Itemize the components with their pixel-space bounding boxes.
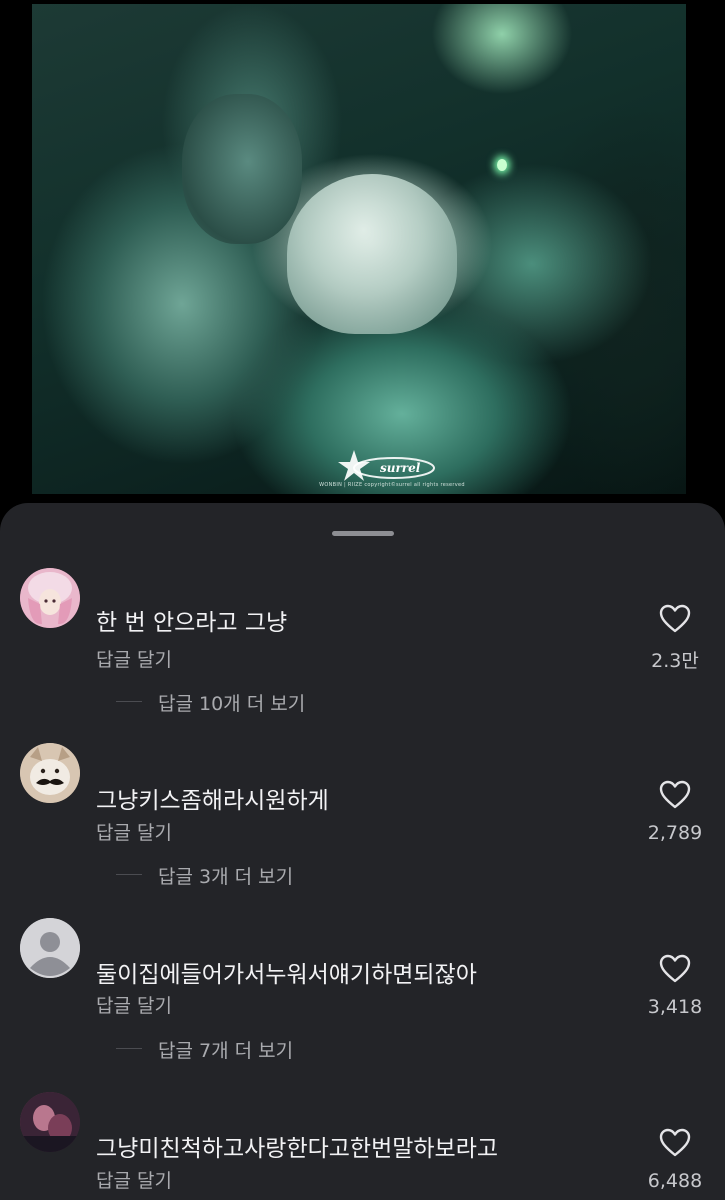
screen: surrel WONBIN | RIIZE copyright©surrel a…	[0, 0, 725, 1200]
photo-avatar-icon	[20, 1092, 80, 1152]
reply-button[interactable]: 답글 달기	[96, 645, 172, 672]
heart-icon	[659, 780, 691, 809]
heart-icon	[659, 954, 691, 983]
post-photo[interactable]: surrel WONBIN | RIIZE copyright©surrel a…	[32, 4, 686, 494]
lightstick-glow	[497, 159, 507, 171]
comment-avatar[interactable]	[20, 568, 80, 628]
like-button[interactable]: 3,418	[630, 954, 720, 1018]
heart-icon	[659, 604, 691, 633]
comment-avatar[interactable]	[20, 743, 80, 803]
replies-divider-line	[116, 1048, 142, 1049]
photo-figure	[182, 94, 302, 244]
pink-hair-avatar-icon	[20, 568, 80, 628]
heart-icon	[659, 1128, 691, 1157]
comment-text: 둘이집에들어가서누워서얘기하면되잖아	[96, 962, 477, 988]
sheet-drag-handle[interactable]	[332, 531, 394, 536]
replies-divider-line	[116, 874, 142, 875]
reply-button[interactable]: 답글 달기	[96, 991, 172, 1018]
reply-button[interactable]: 답글 달기	[96, 1166, 172, 1193]
comment-avatar[interactable]	[20, 1092, 80, 1152]
like-count: 2,789	[647, 822, 703, 844]
view-more-replies-label: 답글 7개 더 보기	[158, 1040, 294, 1062]
like-button[interactable]: 6,488	[630, 1128, 720, 1192]
replies-divider-line	[116, 701, 142, 702]
comment-text: 한 번 안으라고 그냥	[96, 610, 288, 636]
watermark-logo-text: surrel	[380, 461, 421, 475]
view-more-replies-label: 답글 3개 더 보기	[158, 866, 294, 888]
mustache-cat-avatar-icon	[20, 743, 80, 803]
like-count: 6,488	[647, 1170, 703, 1192]
watermark-caption: WONBIN | RIIZE copyright©surrel all righ…	[319, 482, 465, 488]
photo-beanie	[287, 174, 457, 334]
comment-avatar[interactable]	[20, 918, 80, 978]
comment-text: 그냥키스좀해라시원하게	[96, 788, 329, 814]
like-button[interactable]: 2,789	[630, 780, 720, 844]
like-count: 2.3만	[651, 650, 699, 672]
comment-text: 그냥미친척하고사랑한다고한번말하보라고	[96, 1136, 499, 1162]
default-user-avatar-icon	[20, 918, 80, 978]
reply-button[interactable]: 답글 달기	[96, 818, 172, 845]
view-more-replies-label: 답글 10개 더 보기	[158, 693, 306, 715]
like-count: 3,418	[647, 996, 703, 1018]
comments-sheet: 한 번 안으라고 그냥 답글 달기 답글 10개 더 보기 2.3만 그냥키스좀…	[0, 503, 725, 1200]
like-button[interactable]: 2.3만	[630, 604, 720, 673]
